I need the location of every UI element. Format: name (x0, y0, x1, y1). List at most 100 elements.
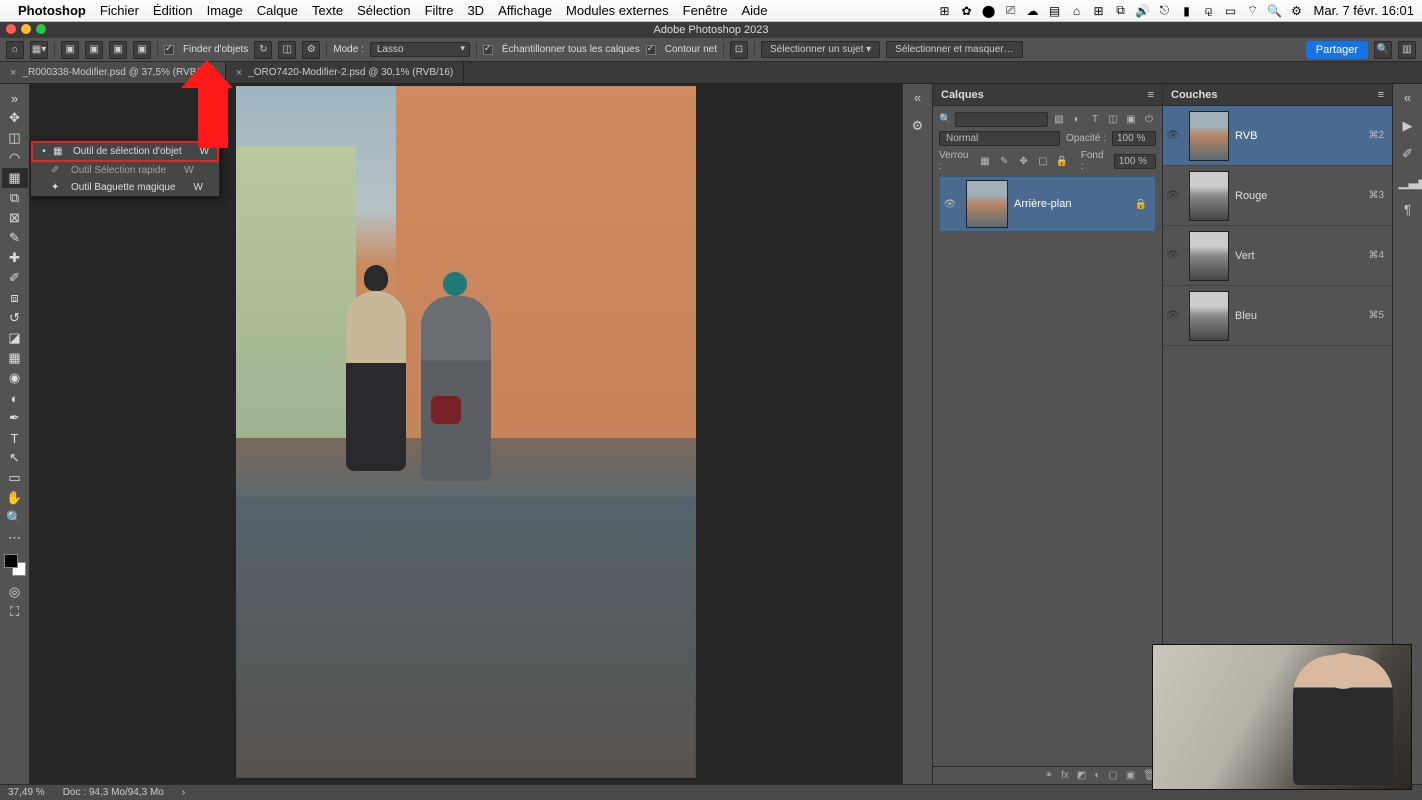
layer-mask-icon[interactable]: ◩ (1077, 770, 1086, 781)
tool-preset-icon[interactable]: ▦▾ (30, 41, 48, 59)
hard-edge-checkbox[interactable] (646, 45, 656, 55)
eraser-tool-icon[interactable]: ◪ (2, 328, 28, 348)
opacity-input[interactable]: 100 % (1112, 131, 1156, 146)
flyout-item-magic-wand[interactable]: ✦ Outil Baguette magique W (31, 179, 219, 196)
spotlight-icon[interactable]: 🔍 (1266, 4, 1284, 18)
sample-all-checkbox[interactable] (483, 45, 493, 55)
lock-artboard-icon[interactable]: ▢ (1036, 154, 1049, 168)
filter-toggle-icon[interactable]: ⏻ (1142, 113, 1156, 127)
control-center-icon[interactable]: ⚙ (1288, 4, 1306, 18)
channel-row[interactable]: 👁 Rouge ⌘3 (1163, 166, 1392, 226)
menubar-extra-icon[interactable]: ▤ (1046, 4, 1064, 18)
close-tab-icon[interactable]: × (10, 67, 16, 79)
finder-checkbox[interactable] (164, 45, 174, 55)
filter-image-icon[interactable]: ▧ (1052, 113, 1066, 127)
collapse-icon[interactable]: « (909, 90, 927, 108)
bluetooth-icon[interactable]: ⚼ (1200, 3, 1218, 18)
visibility-eye-icon[interactable]: 👁 (1163, 250, 1183, 261)
menu-texte[interactable]: Texte (312, 3, 343, 18)
channel-row[interactable]: 👁 Vert ⌘4 (1163, 226, 1392, 286)
selection-add-icon[interactable]: ▣ (85, 41, 103, 59)
path-tool-icon[interactable]: ↖ (2, 448, 28, 468)
close-window-button[interactable] (6, 24, 16, 34)
lock-position-icon[interactable]: ✥ (1017, 154, 1030, 168)
group-icon[interactable]: ▢ (1108, 770, 1117, 781)
paragraph-icon[interactable]: ¶ (1399, 202, 1417, 220)
menu-calque[interactable]: Calque (257, 3, 298, 18)
actions-play-icon[interactable]: ▶ (1399, 118, 1417, 136)
menu-aide[interactable]: Aide (741, 3, 767, 18)
menu-3d[interactable]: 3D (467, 3, 484, 18)
select-mask-button[interactable]: Sélectionner et masquer… (886, 41, 1022, 58)
menubar-extra-icon[interactable]: ⊞ (1090, 4, 1108, 18)
filter-adjust-icon[interactable]: ◐ (1070, 113, 1084, 127)
gradient-tool-icon[interactable]: ▦ (2, 348, 28, 368)
option-icon[interactable]: ⊡ (730, 41, 748, 59)
screenmode-icon[interactable]: ⛶ (2, 602, 28, 622)
document-tab[interactable]: × _ORO7420-Modifier-2.psd @ 30,1% (RVB/1… (226, 62, 465, 83)
hand-tool-icon[interactable]: ✋ (2, 488, 28, 508)
overlay-icon[interactable]: ◫ (278, 41, 296, 59)
type-tool-icon[interactable]: T (2, 428, 28, 448)
menubar-extra-icon[interactable]: ⎚ (1002, 3, 1020, 18)
eyedropper-tool-icon[interactable]: ✎ (2, 228, 28, 248)
history-brush-tool-icon[interactable]: ↺ (2, 308, 28, 328)
brush-settings-icon[interactable]: ✐ (1399, 146, 1417, 164)
shape-tool-icon[interactable]: ▭ (2, 468, 28, 488)
layer-row[interactable]: 👁 Arrière-plan 🔒 (939, 176, 1156, 232)
menu-fichier[interactable]: Fichier (100, 3, 139, 18)
collapse-icon[interactable]: « (1399, 90, 1417, 108)
blend-mode-dropdown[interactable]: Normal (939, 131, 1060, 146)
flyout-item-object-selection[interactable]: • ▦ Outil de sélection d'objet W (31, 141, 219, 162)
marquee-tool-icon[interactable]: ◫ (2, 128, 28, 148)
volume-icon[interactable]: 🔊 (1134, 4, 1152, 18)
channels-tab[interactable]: Couches (1171, 89, 1217, 101)
menubar-extra-icon[interactable]: ⬤ (980, 4, 998, 18)
visibility-eye-icon[interactable]: 👁 (1163, 310, 1183, 321)
workspace-icon[interactable]: ▥ (1398, 41, 1416, 59)
expand-tools-icon[interactable]: » (2, 88, 28, 108)
dodge-tool-icon[interactable]: ◐ (2, 388, 28, 408)
menubar-extra-icon[interactable]: ⌂ (1068, 4, 1086, 18)
search-icon[interactable]: 🔍 (1374, 41, 1392, 59)
new-layer-icon[interactable]: ▣ (1126, 770, 1135, 781)
flyout-item-quick-selection[interactable]: ✐ Outil Sélection rapide W (31, 162, 219, 179)
menu-selection[interactable]: Sélection (357, 3, 410, 18)
app-name[interactable]: Photoshop (18, 3, 86, 18)
color-swatches[interactable] (4, 554, 26, 576)
close-tab-icon[interactable]: × (236, 67, 242, 79)
zoom-tool-icon[interactable]: 🔍 (2, 508, 28, 528)
layer-thumbnail[interactable] (966, 180, 1008, 228)
status-chevron-icon[interactable]: › (182, 787, 185, 798)
panel-menu-icon[interactable]: ≡ (1148, 89, 1154, 101)
lock-image-icon[interactable]: ✎ (998, 154, 1011, 168)
gear-icon[interactable]: ⚙ (302, 41, 320, 59)
menu-filtre[interactable]: Filtre (425, 3, 454, 18)
layer-fx-icon[interactable]: fx (1061, 770, 1069, 781)
crop-tool-icon[interactable]: ⧉ (2, 188, 28, 208)
menu-edition[interactable]: Édition (153, 3, 193, 18)
filter-search-icon[interactable]: 🔍 (939, 114, 951, 125)
visibility-eye-icon[interactable]: 👁 (1163, 130, 1183, 141)
panel-menu-icon[interactable]: ≡ (1378, 89, 1384, 101)
lock-all-icon[interactable]: 🔒 (1055, 154, 1068, 168)
lock-transparent-icon[interactable]: ▦ (978, 154, 991, 168)
home-icon[interactable]: ⌂ (6, 41, 24, 59)
visibility-eye-icon[interactable]: 👁 (1163, 190, 1183, 201)
menubar-extra-icon[interactable]: ✿ (958, 4, 976, 18)
maximize-window-button[interactable] (36, 24, 46, 34)
layer-filter-input[interactable] (955, 112, 1048, 127)
blur-tool-icon[interactable]: ◉ (2, 368, 28, 388)
menubar-extra-icon[interactable]: ⧉ (1112, 3, 1130, 18)
menubar-extra-icon[interactable]: ⊞ (936, 4, 954, 18)
select-subject-button[interactable]: Sélectionner un sujet ▾ (761, 41, 880, 58)
document-canvas[interactable] (236, 86, 696, 778)
filter-shape-icon[interactable]: ◫ (1106, 113, 1120, 127)
flag-icon[interactable]: ▮ (1178, 4, 1196, 18)
selection-intersect-icon[interactable]: ▣ (133, 41, 151, 59)
zoom-level[interactable]: 37,49 % (8, 787, 45, 798)
share-button[interactable]: Partager (1306, 41, 1368, 59)
selection-new-icon[interactable]: ▣ (61, 41, 79, 59)
wifi-icon[interactable]: ⌔ (1244, 3, 1262, 18)
menubar-extra-icon[interactable]: ☁ (1024, 4, 1042, 18)
